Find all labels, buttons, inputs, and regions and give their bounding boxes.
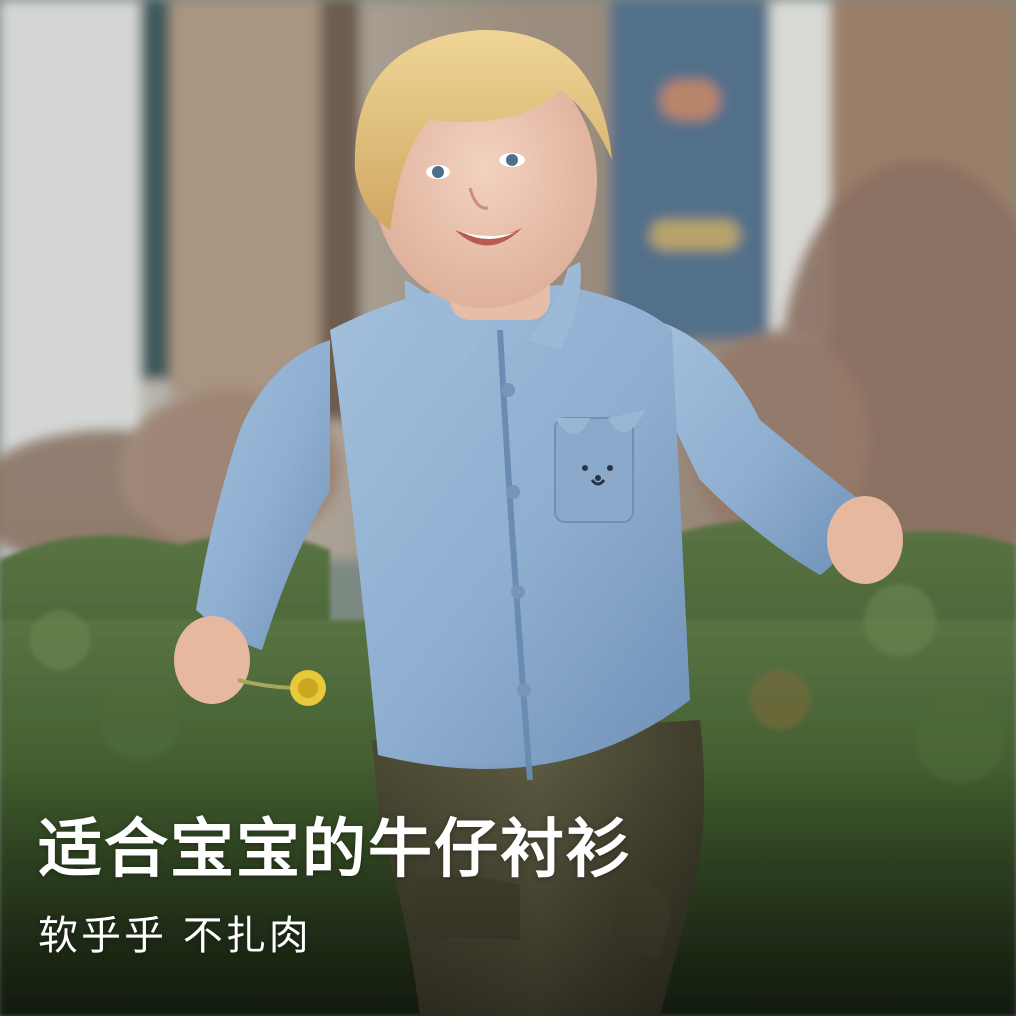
headline-text: 适合宝宝的牛仔衬衫 — [38, 813, 632, 887]
subline-text: 软乎乎 不扎肉 — [38, 913, 312, 959]
product-image: 适合宝宝的牛仔衬衫 软乎乎 不扎肉 — [0, 0, 1016, 1016]
